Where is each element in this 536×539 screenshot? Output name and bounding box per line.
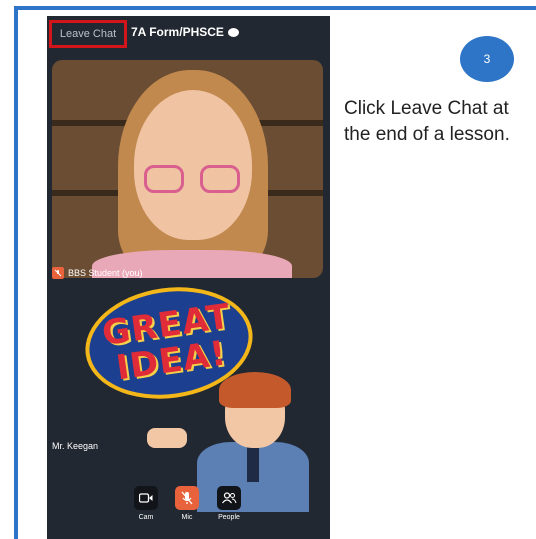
teacher-name-tag: Mr. Keegan: [52, 441, 99, 451]
cam-control[interactable]: Cam: [126, 486, 166, 521]
mic-muted-icon: [52, 267, 64, 279]
instruction-text: Click Leave Chat at the end of a lesson.: [344, 98, 510, 145]
people-label: People: [218, 514, 240, 521]
chat-bubble-icon: [227, 28, 239, 37]
camera-icon[interactable]: [134, 486, 158, 510]
chat-title-text: 7A Form/PHSCE: [131, 25, 224, 39]
avatar-hair: [219, 372, 291, 408]
self-name-tag: BBS Student (you): [52, 266, 143, 280]
glasses-icon: [144, 165, 242, 195]
self-video-tile[interactable]: [52, 60, 323, 278]
leave-chat-label: Leave Chat: [59, 28, 117, 40]
cam-label: Cam: [138, 514, 154, 521]
teams-call-window: Leave Chat 7A Form/PHSCE BBS Student (yo…: [47, 16, 330, 539]
call-header: Leave Chat 7A Form/PHSCE: [47, 16, 330, 54]
avatar-tie: [247, 442, 259, 482]
step-number-badge: 3: [460, 36, 514, 82]
mic-control[interactable]: Mic: [167, 486, 207, 521]
leave-chat-button[interactable]: Leave Chat: [49, 20, 127, 48]
mic-off-icon[interactable]: [175, 486, 199, 510]
frame-border-left: [14, 6, 18, 539]
mic-label: Mic: [181, 514, 193, 521]
thumbs-up-icon: [147, 428, 187, 448]
people-control[interactable]: People: [209, 486, 249, 521]
call-controls: Cam Mic People: [47, 486, 330, 539]
self-name: BBS Student (you): [68, 268, 143, 278]
frame-border-top: [16, 6, 536, 10]
chat-title[interactable]: 7A Form/PHSCE: [131, 25, 239, 39]
people-icon[interactable]: [217, 486, 241, 510]
